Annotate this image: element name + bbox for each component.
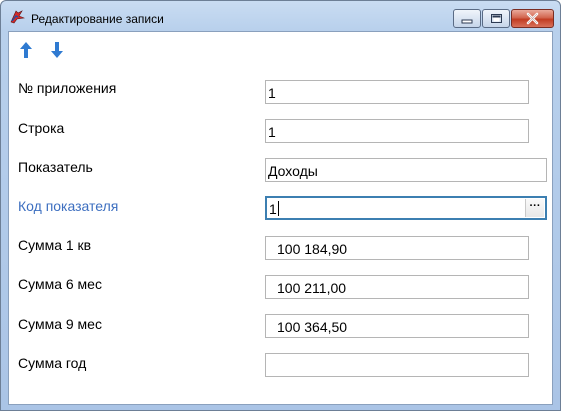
window-title: Редактирование записи <box>31 12 164 26</box>
edit-record-window: Редактирование записи № приложения 1 Стр… <box>0 0 561 411</box>
label-sum-9m: Сумма 9 мес <box>18 316 102 332</box>
maximize-button[interactable] <box>482 9 510 28</box>
ellipsis-button[interactable]: ··· <box>525 199 544 217</box>
arrow-up-icon[interactable] <box>18 40 34 60</box>
label-row: Строка <box>18 120 65 136</box>
minimize-icon <box>461 19 473 24</box>
text-caret <box>277 201 279 216</box>
indicator-code-value: 1 <box>269 201 277 217</box>
indicator-code-field[interactable]: 1 ··· <box>265 196 547 220</box>
close-icon <box>526 12 539 25</box>
app-icon <box>10 10 25 24</box>
sum-q1-field[interactable]: 100 184,90 <box>265 236 529 260</box>
label-indicator: Показатель <box>18 159 93 175</box>
label-sum-q1: Сумма 1 кв <box>18 237 92 253</box>
label-sum-year: Сумма год <box>18 355 87 371</box>
minimize-button[interactable] <box>453 9 481 28</box>
label-indicator-code: Код показателя <box>18 198 119 214</box>
maximize-icon <box>491 14 502 23</box>
label-app-number: № приложения <box>18 80 117 96</box>
sum-year-field[interactable] <box>265 353 529 377</box>
sum-6m-field[interactable]: 100 211,00 <box>265 275 529 299</box>
arrow-down-icon[interactable] <box>49 40 65 60</box>
app-number-field[interactable]: 1 <box>265 80 529 104</box>
title-bar[interactable]: Редактирование записи <box>1 1 560 31</box>
close-button[interactable] <box>511 9 554 28</box>
form-area: № приложения 1 Строка 1 Показатель Доход… <box>8 31 553 405</box>
sum-9m-field[interactable]: 100 364,50 <box>265 314 529 338</box>
indicator-field[interactable]: Доходы <box>265 158 547 182</box>
label-sum-6m: Сумма 6 мес <box>18 276 102 292</box>
row-field[interactable]: 1 <box>265 119 529 143</box>
